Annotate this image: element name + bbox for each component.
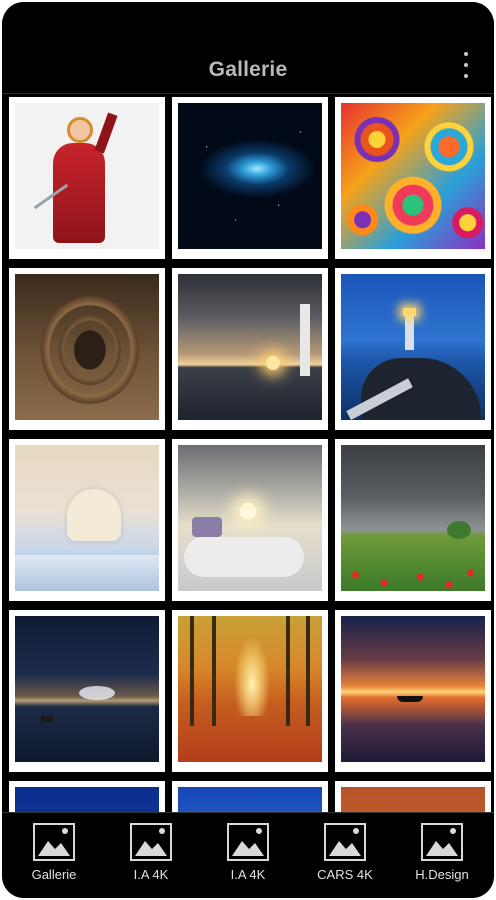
figure-arm [94, 112, 118, 154]
menu-dot [464, 63, 468, 67]
photo-thumbnail [178, 445, 322, 591]
gallery-tile-lighthouse-blue[interactable] [335, 268, 491, 430]
image-icon [130, 823, 172, 861]
gallery-tile-tunnel[interactable] [9, 268, 165, 430]
photo-thumbnail [341, 274, 485, 420]
tree [447, 521, 471, 539]
bottom-tab-bar: Gallerie I.A 4K I.A 4K CARS 4K H.Design [2, 812, 494, 898]
photo-thumbnail [341, 103, 485, 249]
tab-label: CARS 4K [317, 867, 373, 882]
lighthouse [405, 314, 414, 350]
flowers [341, 551, 485, 591]
gallery-tile-nebula[interactable] [172, 97, 328, 259]
gallery-tile-clown[interactable] [9, 97, 165, 259]
gallery-tile-blue-partial[interactable] [9, 781, 165, 812]
snow [15, 555, 159, 591]
menu-dot [464, 52, 468, 56]
horse [67, 489, 121, 541]
image-icon [324, 823, 366, 861]
image-icon [227, 823, 269, 861]
photo-thumbnail [178, 274, 322, 420]
horse-glow [79, 686, 115, 700]
rock [361, 358, 481, 420]
photo-thumbnail [341, 787, 485, 812]
tab-label: I.A 4K [230, 867, 266, 882]
lighthouse [300, 304, 310, 376]
image-icon [421, 823, 463, 861]
tab-ia-4k-1[interactable]: I.A 4K [105, 813, 197, 898]
gallery-tile-flower-field[interactable] [335, 439, 491, 601]
figure-body [53, 143, 105, 243]
gallery-tile-night-lake[interactable] [9, 610, 165, 772]
lighthouse-light [403, 308, 416, 316]
gallery-tile-white-horse[interactable] [9, 439, 165, 601]
tree-trunk [306, 616, 310, 726]
image-icon [33, 823, 75, 861]
figure-head [67, 117, 93, 143]
more-vert-icon[interactable] [460, 52, 472, 78]
tab-label: H.Design [415, 867, 469, 882]
photo-thumbnail [15, 445, 159, 591]
light-beam [234, 636, 270, 716]
photo-thumbnail [15, 616, 159, 762]
gallery-tile-orange-partial[interactable] [335, 781, 491, 812]
cloud [184, 537, 304, 577]
tab-h-design[interactable]: H.Design [396, 813, 488, 898]
tab-label: Gallerie [31, 867, 77, 882]
tab-gallerie[interactable]: Gallerie [8, 813, 100, 898]
gallery-tile-autumn-forest[interactable] [172, 610, 328, 772]
tab-cars-4k[interactable]: CARS 4K [299, 813, 391, 898]
gallery-tile-sky-partial[interactable] [172, 781, 328, 812]
tree-trunk [212, 616, 216, 726]
gallery-scroll-area[interactable] [2, 94, 494, 812]
page-title: Gallerie [208, 58, 288, 81]
photo-thumbnail [341, 616, 485, 762]
app-header: Gallerie [2, 2, 494, 94]
photo-thumbnail [15, 274, 159, 420]
castle [192, 517, 222, 537]
photo-thumbnail [15, 103, 159, 249]
photo-thumbnail [15, 787, 159, 812]
tree-trunk [286, 616, 290, 726]
menu-dot [464, 74, 468, 78]
phone-screen: Gallerie Gallerie I.A 4K I.A 4K CARS 4K … [2, 2, 494, 898]
photo-thumbnail [178, 616, 322, 762]
gallery-grid [9, 97, 491, 812]
tab-ia-4k-2[interactable]: I.A 4K [202, 813, 294, 898]
photo-thumbnail [178, 103, 322, 249]
tab-label: I.A 4K [133, 867, 169, 882]
gallery-tile-fantasy-clouds[interactable] [172, 439, 328, 601]
gallery-tile-sunset-boat[interactable] [335, 610, 491, 772]
gallery-tile-lighthouse-sunset[interactable] [172, 268, 328, 430]
gallery-tile-mandala[interactable] [335, 97, 491, 259]
sun [266, 356, 280, 370]
photo-thumbnail [341, 445, 485, 591]
sun [240, 503, 256, 519]
tree-trunk [190, 616, 194, 726]
boat [41, 716, 53, 722]
boat [397, 696, 423, 702]
photo-thumbnail [178, 787, 322, 812]
